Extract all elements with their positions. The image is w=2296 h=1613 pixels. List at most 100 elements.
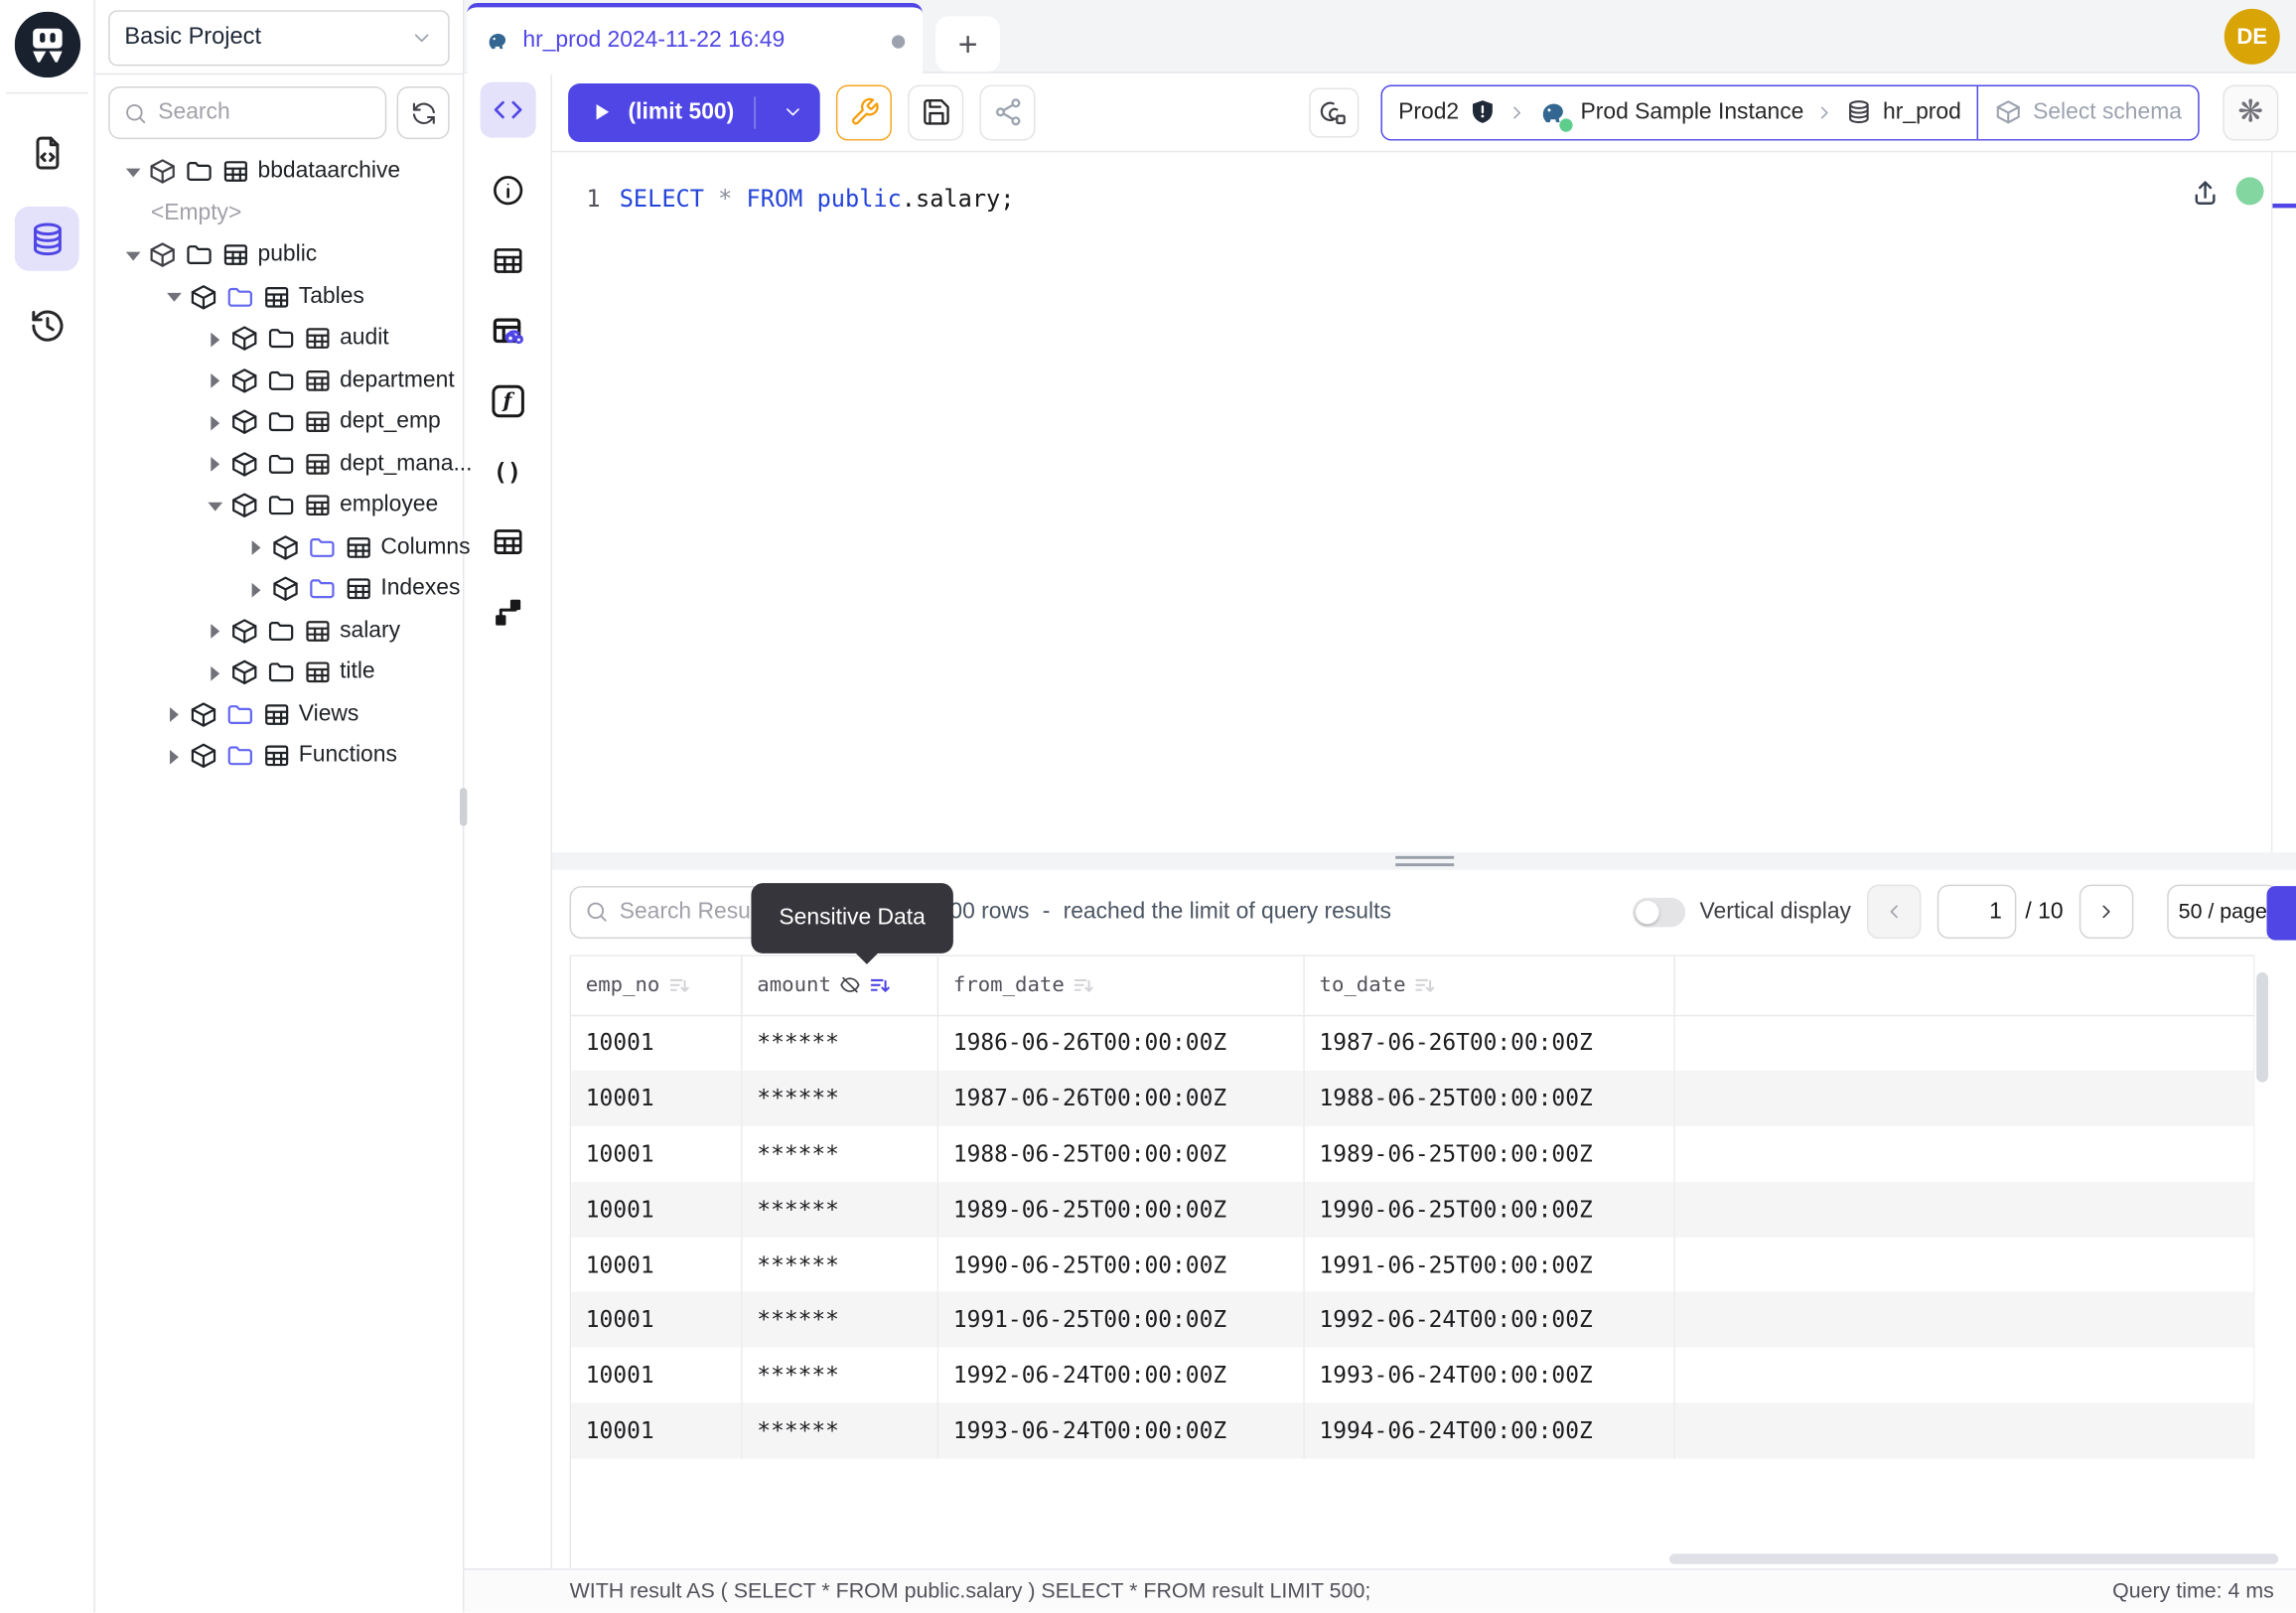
table-cell[interactable]: 1990-06-25T00:00:00Z [938, 1237, 1305, 1292]
table-cell[interactable]: 1993-06-24T00:00:00Z [1305, 1348, 1675, 1403]
tree-item[interactable]: dept_emp [95, 401, 463, 443]
info-panel-button[interactable] [480, 173, 535, 208]
page-number-input[interactable] [1937, 885, 2017, 940]
table-cell[interactable]: ****** [743, 1182, 939, 1238]
sql-editor[interactable]: 1 SELECT * FROM public.salary; [552, 152, 2296, 851]
table-row[interactable]: 10001******1991-06-25T00:00:00Z1992-06-2… [571, 1292, 2255, 1348]
tree-caret-icon[interactable] [166, 289, 182, 305]
next-page-button[interactable] [2080, 885, 2134, 940]
tree-item[interactable]: employee [95, 485, 463, 526]
worksheet-tab[interactable]: hr_prod 2024-11-22 16:49 [467, 3, 923, 74]
tree-caret-icon[interactable] [247, 539, 263, 555]
column-header-emp-no[interactable]: emp_no [571, 955, 743, 1014]
table-cell[interactable]: ****** [743, 1348, 939, 1403]
tree-item[interactable]: Functions [95, 735, 463, 777]
table-cell[interactable]: 10001 [571, 1292, 743, 1348]
table-cell[interactable]: 10001 [571, 1182, 743, 1238]
table-cell[interactable]: ****** [743, 1126, 939, 1182]
tree-caret-icon[interactable] [166, 706, 182, 722]
table-cell[interactable]: 10001 [571, 1071, 743, 1126]
sidebar-search-input[interactable] [158, 99, 371, 126]
table-cell[interactable]: 1988-06-25T00:00:00Z [938, 1126, 1305, 1182]
table-cell[interactable]: 1989-06-25T00:00:00Z [1305, 1126, 1675, 1182]
table-row[interactable]: 10001******1992-06-24T00:00:00Z1993-06-2… [571, 1348, 2255, 1403]
format-sql-button[interactable] [1309, 87, 1359, 137]
user-avatar[interactable]: DE [2224, 9, 2280, 65]
page-size-select[interactable]: 50 / page [2167, 885, 2278, 940]
tree-caret-icon[interactable] [207, 623, 222, 639]
sidebar-search-box[interactable] [108, 86, 386, 139]
table-cell[interactable]: 10001 [571, 1348, 743, 1403]
eye-off-icon[interactable] [838, 974, 860, 996]
tree-item[interactable]: <Empty> [95, 193, 463, 234]
schema-selector[interactable]: Select schema [1977, 85, 2198, 138]
table-cell[interactable]: 1991-06-25T00:00:00Z [1305, 1237, 1675, 1292]
table-cell[interactable]: ****** [743, 1071, 939, 1126]
table-row[interactable]: 10001******1993-06-24T00:00:00Z1994-06-2… [571, 1403, 2255, 1459]
table-cell[interactable]: 1986-06-26T00:00:00Z [938, 1016, 1305, 1072]
tree-caret-icon[interactable] [124, 247, 140, 263]
tree-item[interactable]: Views [95, 693, 463, 735]
tree-caret-icon[interactable] [207, 372, 222, 388]
table-cell[interactable]: ****** [743, 1292, 939, 1348]
prev-page-button[interactable] [1867, 885, 1922, 940]
sort-icon[interactable] [1413, 973, 1437, 997]
tree-caret-icon[interactable] [207, 664, 222, 680]
tree-caret-icon[interactable] [207, 331, 222, 347]
rail-databases-button[interactable] [15, 207, 79, 271]
table-cell[interactable]: 1990-06-25T00:00:00Z [1305, 1182, 1675, 1238]
tree-caret-icon[interactable] [124, 164, 140, 180]
save-sheet-button[interactable] [909, 84, 964, 140]
tree-item[interactable]: public [95, 234, 463, 276]
procedures-panel-button[interactable]: () [480, 454, 535, 489]
table-cell[interactable]: ****** [743, 1016, 939, 1072]
table-row[interactable]: 10001******1989-06-25T00:00:00Z1990-06-2… [571, 1182, 2255, 1238]
bytebase-logo[interactable] [15, 12, 80, 77]
ai-assistant-button[interactable]: ❋ [2223, 84, 2278, 140]
table-cell[interactable]: 10001 [571, 1126, 743, 1182]
run-options-button[interactable] [771, 101, 814, 123]
table-cell[interactable]: 1991-06-25T00:00:00Z [938, 1292, 1305, 1348]
table-cell[interactable]: 1994-06-24T00:00:00Z [1305, 1403, 1675, 1459]
table-cell[interactable]: ****** [743, 1403, 939, 1459]
tree-item[interactable]: audit [95, 318, 463, 360]
tree-item[interactable]: department [95, 360, 463, 401]
admin-mode-button[interactable] [836, 84, 892, 140]
table-row[interactable]: 10001******1990-06-25T00:00:00Z1991-06-2… [571, 1237, 2255, 1292]
table-cell[interactable]: 1992-06-24T00:00:00Z [938, 1348, 1305, 1403]
tree-item[interactable]: title [95, 652, 463, 693]
vertical-scrollbar[interactable] [2256, 971, 2268, 1082]
tree-item[interactable]: dept_mana... [95, 443, 463, 485]
rail-worksheets-button[interactable] [15, 120, 79, 185]
rail-history-button[interactable] [15, 293, 79, 358]
sort-icon-active[interactable] [868, 973, 892, 997]
editor-view-button[interactable] [480, 82, 535, 138]
sort-icon[interactable] [1072, 973, 1095, 997]
tree-item[interactable]: Tables [95, 276, 463, 318]
column-header-from-date[interactable]: from_date [938, 955, 1305, 1014]
vertical-display-toggle[interactable] [1633, 897, 1685, 926]
table-cell[interactable]: 1988-06-25T00:00:00Z [1305, 1071, 1675, 1126]
table-cell[interactable]: 1987-06-26T00:00:00Z [938, 1071, 1305, 1126]
tree-caret-icon[interactable] [207, 498, 222, 513]
horizontal-scrollbar[interactable] [1669, 1553, 2278, 1563]
share-sheet-button[interactable] [980, 84, 1036, 140]
table-cell[interactable]: 1987-06-26T00:00:00Z [1305, 1016, 1675, 1072]
tree-item[interactable]: salary [95, 610, 463, 652]
table-cell[interactable]: ****** [743, 1237, 939, 1292]
tree-item[interactable]: bbdataarchive [95, 151, 463, 193]
tree-caret-icon[interactable] [247, 581, 263, 597]
table-cell[interactable]: 1992-06-24T00:00:00Z [1305, 1292, 1675, 1348]
masked-data-panel-button[interactable] [480, 314, 535, 349]
tree-caret-icon[interactable] [166, 748, 182, 764]
sidebar-resize-handle[interactable] [460, 788, 467, 825]
table-cell[interactable]: 10001 [571, 1403, 743, 1459]
table-row[interactable]: 10001******1987-06-26T00:00:00Z1988-06-2… [571, 1071, 2255, 1126]
panel-resize-handle[interactable] [552, 851, 2296, 869]
table-cell[interactable]: 10001 [571, 1016, 743, 1072]
run-query-button[interactable]: (limit 500) [568, 82, 820, 141]
table-cell[interactable]: 1993-06-24T00:00:00Z [938, 1403, 1305, 1459]
table-cell[interactable]: 1989-06-25T00:00:00Z [938, 1182, 1305, 1238]
tree-item[interactable]: Columns [95, 526, 463, 568]
connection-selector[interactable]: Prod2 Prod Sample Instance hr_prod [1382, 85, 1977, 138]
